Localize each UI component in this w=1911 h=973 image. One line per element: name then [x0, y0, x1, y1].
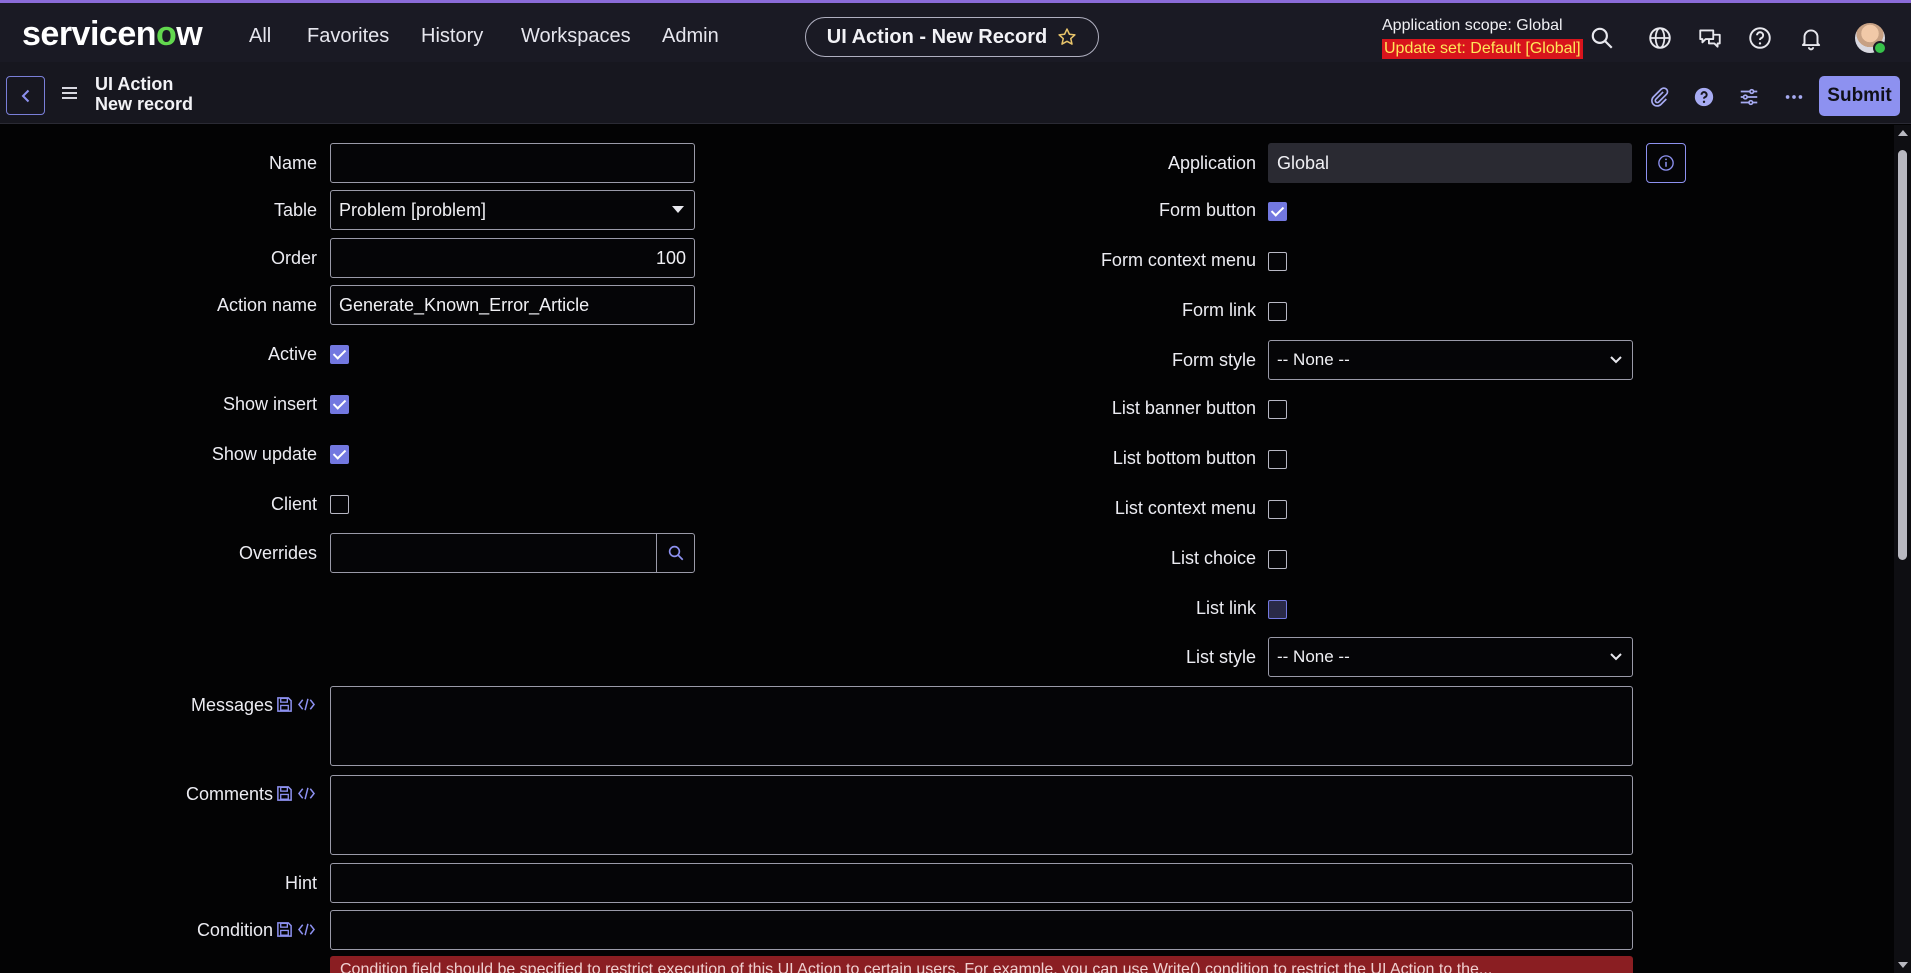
form-link-label: Form link [1181, 300, 1256, 320]
application-info-button[interactable] [1646, 143, 1686, 183]
search-icon [668, 545, 683, 561]
nav-all[interactable]: All [249, 25, 271, 48]
save-icon[interactable] [276, 921, 293, 938]
scrollbar-thumb[interactable] [1898, 150, 1907, 560]
save-icon[interactable] [276, 696, 293, 713]
name-input[interactable] [330, 143, 695, 183]
table-select[interactable]: Problem [problem] [330, 190, 695, 230]
list-choice-label: List choice [1170, 548, 1256, 568]
scroll-down-arrow[interactable] [1898, 962, 1908, 968]
hint-label: Hint [284, 873, 317, 893]
update-set-badge[interactable]: Update set: Default [Global] [1382, 39, 1583, 59]
list-banner-button-checkbox[interactable] [1268, 400, 1287, 419]
code-icon[interactable] [298, 785, 315, 802]
list-bottom-button-label: List bottom button [1112, 448, 1256, 468]
chevron-down-icon [1610, 653, 1622, 661]
messages-textarea[interactable] [330, 686, 1633, 766]
code-icon[interactable] [298, 921, 315, 938]
list-style-label: List style [1185, 647, 1256, 667]
chat-icon[interactable] [1697, 25, 1723, 51]
star-icon[interactable] [1057, 27, 1077, 47]
form-button-label: Form button [1158, 200, 1256, 220]
info-icon [1658, 155, 1674, 171]
nav-workspaces[interactable]: Workspaces [521, 25, 631, 48]
table-label: Table [273, 200, 317, 220]
list-style-select[interactable]: -- None -- [1268, 637, 1633, 677]
show-update-checkbox[interactable] [330, 445, 349, 464]
record-title-pill[interactable]: UI Action - New Record [805, 17, 1099, 57]
application-label: Application [1167, 153, 1256, 173]
record-heading: UI Action New record [95, 74, 193, 114]
application-field: Global [1268, 143, 1632, 183]
form-context-menu-label: Form context menu [1100, 250, 1256, 270]
active-checkbox[interactable] [330, 345, 349, 364]
overrides-input[interactable] [330, 533, 658, 573]
bell-icon[interactable] [1798, 25, 1824, 51]
record-state: New record [95, 94, 194, 114]
more-icon[interactable] [1783, 86, 1805, 108]
search-icon[interactable] [1589, 25, 1615, 51]
list-context-menu-label: List context menu [1114, 498, 1256, 518]
condition-input[interactable] [330, 910, 1633, 950]
save-icon[interactable] [276, 785, 293, 802]
client-label: Client [270, 494, 317, 514]
globe-icon[interactable] [1647, 25, 1673, 51]
condition-error-banner: Condition field should be specified to r… [330, 956, 1633, 973]
name-label: Name [268, 153, 317, 173]
submit-button[interactable]: Submit [1819, 76, 1900, 116]
application-scope[interactable]: Application scope: Global [1382, 17, 1563, 35]
form-header-bar: UI Action New record Submit [0, 62, 1911, 124]
servicenow-logo[interactable]: servicenow [22, 15, 203, 54]
comments-label: Comments [185, 784, 273, 804]
settings-sliders-icon[interactable] [1738, 86, 1760, 108]
list-link-label: List link [1195, 598, 1256, 618]
nav-favorites[interactable]: Favorites [307, 25, 389, 48]
scroll-up-arrow[interactable] [1898, 130, 1908, 136]
form-style-select[interactable]: -- None -- [1268, 340, 1633, 380]
active-label: Active [267, 344, 317, 364]
record-type: UI Action [95, 74, 174, 94]
comments-textarea[interactable] [330, 775, 1633, 855]
chevron-left-icon [21, 89, 29, 102]
show-insert-label: Show insert [222, 394, 317, 414]
back-button[interactable] [6, 76, 45, 115]
attachment-icon[interactable] [1648, 86, 1670, 108]
form-style-value: -- None -- [1277, 350, 1350, 369]
show-update-label: Show update [211, 444, 317, 464]
client-checkbox[interactable] [330, 495, 349, 514]
nav-history[interactable]: History [421, 25, 483, 48]
condition-error-text: Condition field should be specified to r… [340, 961, 1493, 973]
condition-label: Condition [196, 920, 273, 940]
form-context-menu-checkbox[interactable] [1268, 252, 1287, 271]
overrides-lookup-button[interactable] [656, 533, 695, 573]
table-select-value: Problem [problem] [339, 199, 487, 220]
order-input[interactable]: 100 [330, 238, 695, 278]
help-circle-icon[interactable] [1693, 86, 1715, 108]
user-avatar[interactable] [1855, 23, 1887, 55]
chevron-down-icon [1610, 356, 1622, 364]
form-link-checkbox[interactable] [1268, 302, 1287, 321]
messages-label: Messages [190, 695, 273, 715]
overrides-label: Overrides [238, 543, 317, 563]
list-style-value: -- None -- [1277, 647, 1350, 666]
form-button-checkbox[interactable] [1268, 202, 1287, 221]
code-icon[interactable] [298, 696, 315, 713]
action-name-input[interactable]: Generate_Known_Error_Article [330, 285, 695, 325]
list-context-menu-checkbox[interactable] [1268, 500, 1287, 519]
top-nav-bar: servicenow All Favorites History Workspa… [0, 0, 1911, 62]
nav-admin[interactable]: Admin [662, 25, 719, 48]
help-icon[interactable] [1747, 25, 1773, 51]
list-link-checkbox[interactable] [1268, 600, 1287, 619]
list-choice-checkbox[interactable] [1268, 550, 1287, 569]
hint-input[interactable] [330, 863, 1633, 903]
show-insert-checkbox[interactable] [330, 395, 349, 414]
record-title: UI Action - New Record [826, 25, 1048, 48]
list-banner-button-label: List banner button [1111, 398, 1256, 418]
list-bottom-button-checkbox[interactable] [1268, 450, 1287, 469]
hamburger-menu-icon[interactable] [62, 86, 77, 99]
caret-down-icon [672, 206, 684, 213]
form-style-label: Form style [1171, 350, 1256, 370]
action-name-label: Action name [216, 295, 317, 315]
order-label: Order [270, 248, 317, 268]
